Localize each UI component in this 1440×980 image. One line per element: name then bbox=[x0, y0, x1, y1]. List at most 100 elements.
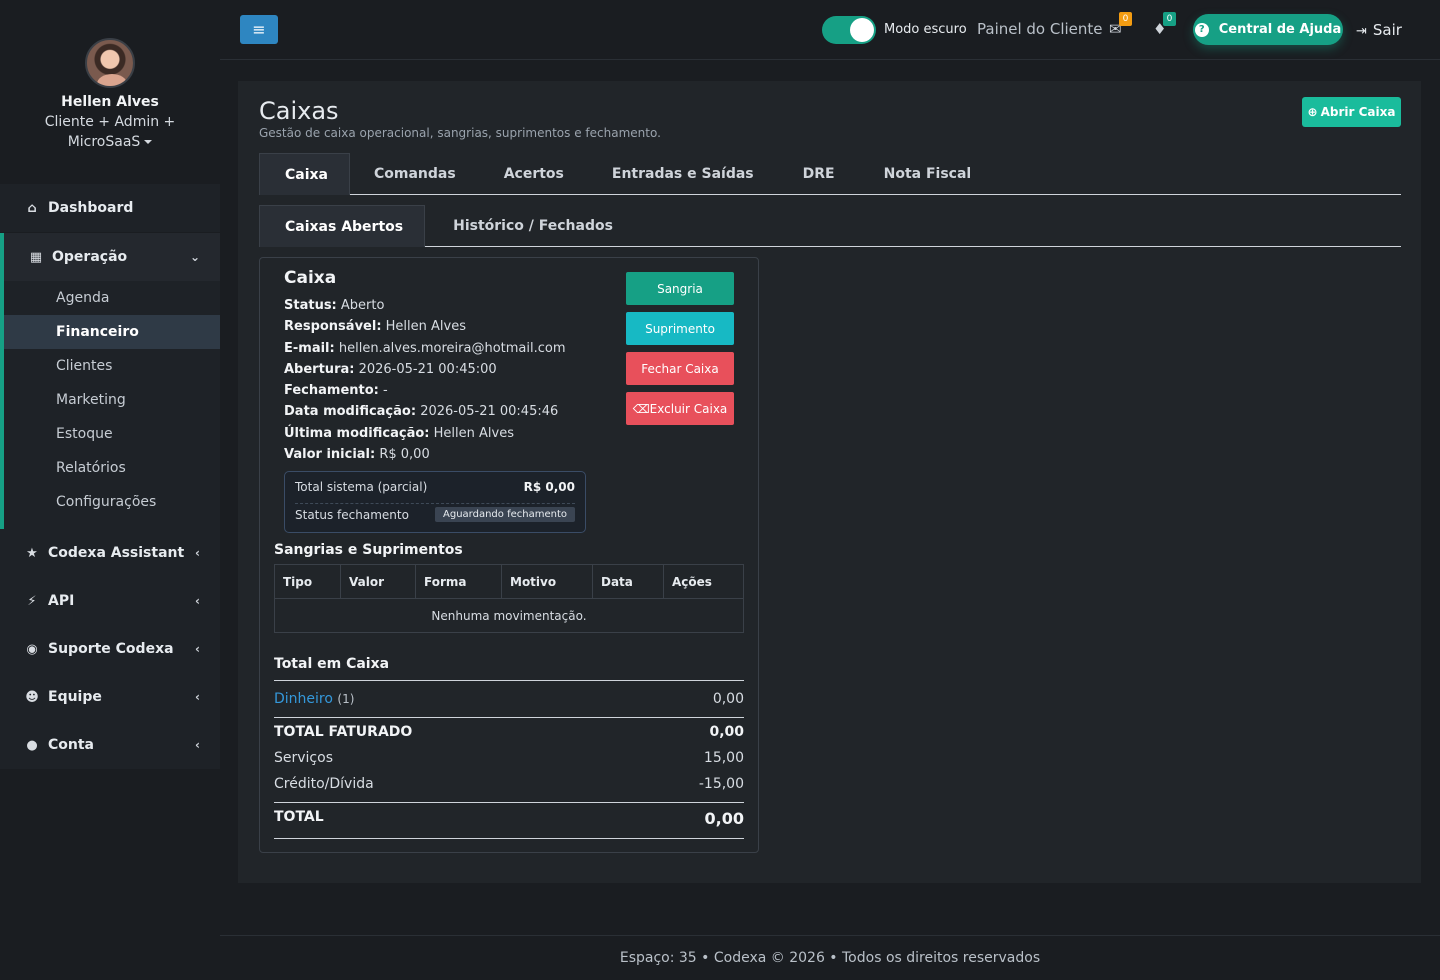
page-title: Caixas bbox=[259, 97, 339, 125]
detail-data-modificacao: Data modificação: 2026-05-21 00:45:46 bbox=[284, 404, 559, 420]
sidebar-item-estoque[interactable]: Estoque bbox=[4, 417, 220, 451]
open-cash-register-button[interactable]: ⊕ Abrir Caixa bbox=[1302, 97, 1401, 127]
sidebar-item-label: Conta bbox=[48, 737, 94, 753]
sidebar-item-equipe[interactable]: ☻ Equipe ‹ bbox=[0, 673, 220, 721]
total-row-faturado: TOTAL FATURADO 0,00 bbox=[274, 724, 744, 740]
sidebar-item-codexa-assistant[interactable]: ★ Codexa Assistant ‹ bbox=[0, 529, 220, 577]
tab-entradas-saidas[interactable]: Entradas e Saídas bbox=[588, 153, 778, 195]
sidebar-item-agenda[interactable]: Agenda bbox=[4, 281, 220, 315]
detail-abertura: Abertura: 2026-05-21 00:45:00 bbox=[284, 361, 497, 377]
sidebar-item-configuracoes[interactable]: Configurações bbox=[4, 485, 220, 519]
total-value: 0,00 bbox=[704, 809, 744, 828]
summary-total-value: R$ 0,00 bbox=[523, 480, 575, 494]
grid-icon: ▦ bbox=[29, 249, 43, 265]
card-title: Caixa bbox=[284, 268, 337, 288]
detail-ultima-modificacao: Última modificação: Hellen Alves bbox=[284, 425, 514, 441]
status-badge: Aguardando fechamento bbox=[435, 507, 575, 522]
plug-icon: ⚡ bbox=[27, 593, 37, 609]
sidebar-item-suporte[interactable]: ◉ Suporte Codexa ‹ bbox=[0, 625, 220, 673]
cash-register-details: Status: Aberto Responsável: Hellen Alves… bbox=[284, 295, 566, 465]
page-subtitle: Gestão de caixa operacional, sangrias, s… bbox=[259, 126, 661, 140]
home-icon: ⌂ bbox=[27, 200, 37, 216]
sidebar-item-conta[interactable]: ● Conta ‹ bbox=[0, 721, 220, 769]
sub-tabs: Caixas Abertos Histórico / Fechados bbox=[259, 205, 1401, 247]
cash-register-card: Caixa Status: Aberto Responsável: Hellen… bbox=[259, 257, 759, 853]
sidebar-item-relatorios[interactable]: Relatórios bbox=[4, 451, 220, 485]
notifications-button[interactable]: ♦ 0 bbox=[1153, 12, 1176, 38]
delete-button-label: Excluir Caixa bbox=[649, 401, 728, 416]
summary-divider bbox=[295, 503, 575, 504]
sidebar-item-label: Suporte Codexa bbox=[48, 641, 174, 657]
total-row-credito: Crédito/Dívida -15,00 bbox=[274, 776, 744, 792]
user-icon: ● bbox=[26, 737, 38, 753]
avatar[interactable] bbox=[85, 38, 135, 88]
faturado-label: TOTAL FATURADO bbox=[274, 724, 413, 740]
tab-nota-fiscal[interactable]: Nota Fiscal bbox=[860, 153, 996, 195]
sidebar-item-label: Codexa Assistant bbox=[48, 545, 185, 561]
chevron-down-icon: ⌄ bbox=[189, 250, 200, 264]
hamburger-icon: ≡ bbox=[252, 20, 266, 39]
dark-mode-toggle[interactable] bbox=[822, 16, 876, 44]
summary-status-label: Status fechamento bbox=[295, 507, 409, 522]
star-icon: ★ bbox=[26, 545, 38, 561]
profile-name: Hellen Alves bbox=[61, 94, 159, 110]
divider bbox=[274, 838, 744, 839]
tab-caixa[interactable]: Caixa bbox=[259, 153, 350, 195]
users-icon: ☻ bbox=[25, 689, 39, 705]
dinheiro-link[interactable]: Dinheiro bbox=[274, 691, 333, 707]
profile: Hellen Alves Cliente + Admin + MicroSaaS bbox=[0, 0, 220, 184]
tab-acertos[interactable]: Acertos bbox=[480, 153, 588, 195]
sidebar-item-clientes[interactable]: Clientes bbox=[4, 349, 220, 383]
total-row-dinheiro: Dinheiro (1) 0,00 bbox=[274, 691, 744, 707]
question-icon: ? bbox=[1194, 22, 1209, 37]
sidebar: Hellen Alves Cliente + Admin + MicroSaaS… bbox=[0, 0, 220, 980]
sidebar-item-label: Dashboard bbox=[48, 200, 134, 216]
content-card: Caixas Gestão de caixa operacional, sang… bbox=[238, 81, 1421, 883]
detail-fechamento: Fechamento: - bbox=[284, 383, 388, 399]
servicos-label: Serviços bbox=[274, 750, 333, 766]
sangria-button[interactable]: Sangria bbox=[626, 272, 734, 305]
servicos-value: 15,00 bbox=[703, 750, 744, 766]
logout-label: Sair bbox=[1372, 21, 1402, 39]
dinheiro-value: 0,00 bbox=[712, 691, 744, 707]
sidebar-item-api[interactable]: ⚡ API ‹ bbox=[0, 577, 220, 625]
suprimento-button[interactable]: Suprimento bbox=[626, 312, 734, 345]
divider bbox=[274, 680, 744, 681]
total-label: TOTAL bbox=[274, 809, 324, 825]
tab-historico-fechados[interactable]: Histórico / Fechados bbox=[425, 205, 641, 247]
detail-email: E-mail: hellen.alves.moreira@hotmail.com bbox=[284, 340, 566, 356]
logout-button[interactable]: ⇥ Sair bbox=[1356, 21, 1402, 39]
sidebar-item-financeiro[interactable]: Financeiro bbox=[4, 315, 220, 349]
sidebar-item-dashboard[interactable]: ⌂ Dashboard bbox=[0, 184, 220, 232]
sidebar-item-operacao[interactable]: ▦ Operação ⌄ bbox=[0, 233, 220, 281]
partial-summary-box: Total sistema (parcial) R$ 0,00 Status f… bbox=[284, 471, 586, 533]
faturado-value: 0,00 bbox=[709, 724, 744, 740]
help-center-button[interactable]: ? Central de Ajuda bbox=[1193, 14, 1343, 45]
tab-dre[interactable]: DRE bbox=[778, 153, 860, 195]
detail-status: Status: Aberto bbox=[284, 298, 385, 313]
chevron-left-icon: ‹ bbox=[195, 642, 200, 656]
profile-plan-label: MicroSaaS bbox=[67, 134, 141, 150]
sign-out-icon: ⇥ bbox=[1356, 24, 1367, 39]
client-panel-link[interactable]: Painel do Cliente bbox=[977, 20, 1103, 38]
empty-message: Nenhuma movimentação. bbox=[274, 598, 744, 633]
sidebar-item-label: Operação bbox=[52, 249, 128, 265]
trash-icon: ⌫ bbox=[632, 401, 650, 416]
topbar: ≡ Modo escuro Painel do Cliente ✉ 0 ♦ 0 … bbox=[220, 0, 1440, 60]
operacao-submenu: Agenda Financeiro Clientes Marketing Est… bbox=[0, 281, 220, 529]
sidebar-item-marketing[interactable]: Marketing bbox=[4, 383, 220, 417]
mail-button[interactable]: ✉ 0 bbox=[1109, 12, 1132, 38]
sidebar-item-label: API bbox=[48, 593, 75, 609]
tab-caixas-abertos[interactable]: Caixas Abertos bbox=[259, 205, 426, 247]
dark-mode-label: Modo escuro bbox=[884, 22, 967, 37]
profile-plan-dropdown[interactable]: MicroSaaS bbox=[0, 132, 220, 152]
credito-label: Crédito/Dívida bbox=[274, 776, 374, 792]
notifications-badge: 0 bbox=[1163, 12, 1176, 26]
total-row-final: TOTAL 0,00 bbox=[274, 809, 744, 828]
delete-cash-button[interactable]: ⌫ Excluir Caixa bbox=[626, 392, 734, 425]
column-header: Tipo bbox=[274, 564, 341, 599]
close-cash-button[interactable]: Fechar Caixa bbox=[626, 352, 734, 385]
tab-comandas[interactable]: Comandas bbox=[350, 153, 480, 195]
menu-toggle-button[interactable]: ≡ bbox=[240, 15, 278, 44]
profile-role: Cliente + Admin + bbox=[44, 114, 176, 130]
